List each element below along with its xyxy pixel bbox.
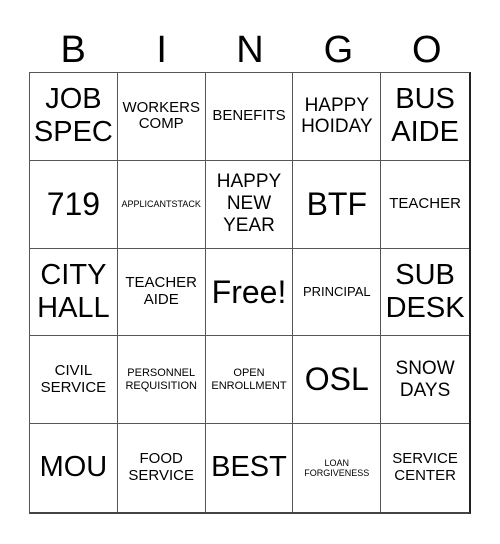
bingo-cell[interactable]: BTF: [293, 160, 382, 249]
header-letter-g: G: [323, 29, 354, 71]
bingo-cell[interactable]: CITY HALL: [30, 248, 118, 337]
bingo-cell[interactable]: PRINCIPAL: [293, 248, 382, 337]
bingo-cell[interactable]: SNOW DAYS: [381, 336, 469, 425]
bingo-cell[interactable]: BENEFITS: [205, 73, 294, 161]
bingo-board: JOB SPEC WORKERS COMP BENEFITS HAPPY HOI…: [29, 72, 471, 514]
header-letter-i: I: [156, 29, 167, 71]
header-letter-n: N: [236, 29, 264, 71]
bingo-cell[interactable]: OSL: [293, 336, 382, 425]
bingo-cell[interactable]: FOOD SERVICE: [118, 424, 206, 512]
bingo-cell[interactable]: TEACHER AIDE: [117, 248, 206, 337]
bingo-cell[interactable]: SERVICE CENTER: [381, 424, 469, 512]
bingo-cell[interactable]: BUS AIDE: [381, 73, 469, 161]
bingo-cell[interactable]: LOAN FORGIVENESS: [293, 424, 382, 512]
bingo-cell[interactable]: PERSONNEL REQUISITION: [117, 336, 206, 425]
bingo-cell[interactable]: APPLICANTSTACK: [117, 160, 206, 249]
header-letter-b: B: [60, 29, 86, 71]
bingo-cell[interactable]: 719: [30, 160, 118, 249]
header-letter-o: O: [412, 29, 442, 71]
bingo-cell[interactable]: JOB SPEC: [30, 73, 118, 161]
bingo-cell[interactable]: CIVIL SERVICE: [30, 336, 118, 425]
bingo-cell[interactable]: OPEN ENROLLMENT: [205, 336, 294, 425]
bingo-cell[interactable]: TEACHER: [381, 161, 469, 249]
free-space-cell[interactable]: Free!: [205, 248, 294, 337]
bingo-cell[interactable]: SUB DESK: [381, 249, 469, 337]
bingo-cell[interactable]: WORKERS COMP: [117, 73, 206, 161]
bingo-header: B I N G O: [29, 28, 471, 72]
bingo-cell[interactable]: BEST: [206, 424, 294, 512]
bingo-cell[interactable]: HAPPY HOIDAY: [293, 73, 382, 161]
bingo-cell[interactable]: HAPPY NEW YEAR: [205, 160, 294, 249]
bingo-cell[interactable]: MOU: [30, 424, 118, 512]
